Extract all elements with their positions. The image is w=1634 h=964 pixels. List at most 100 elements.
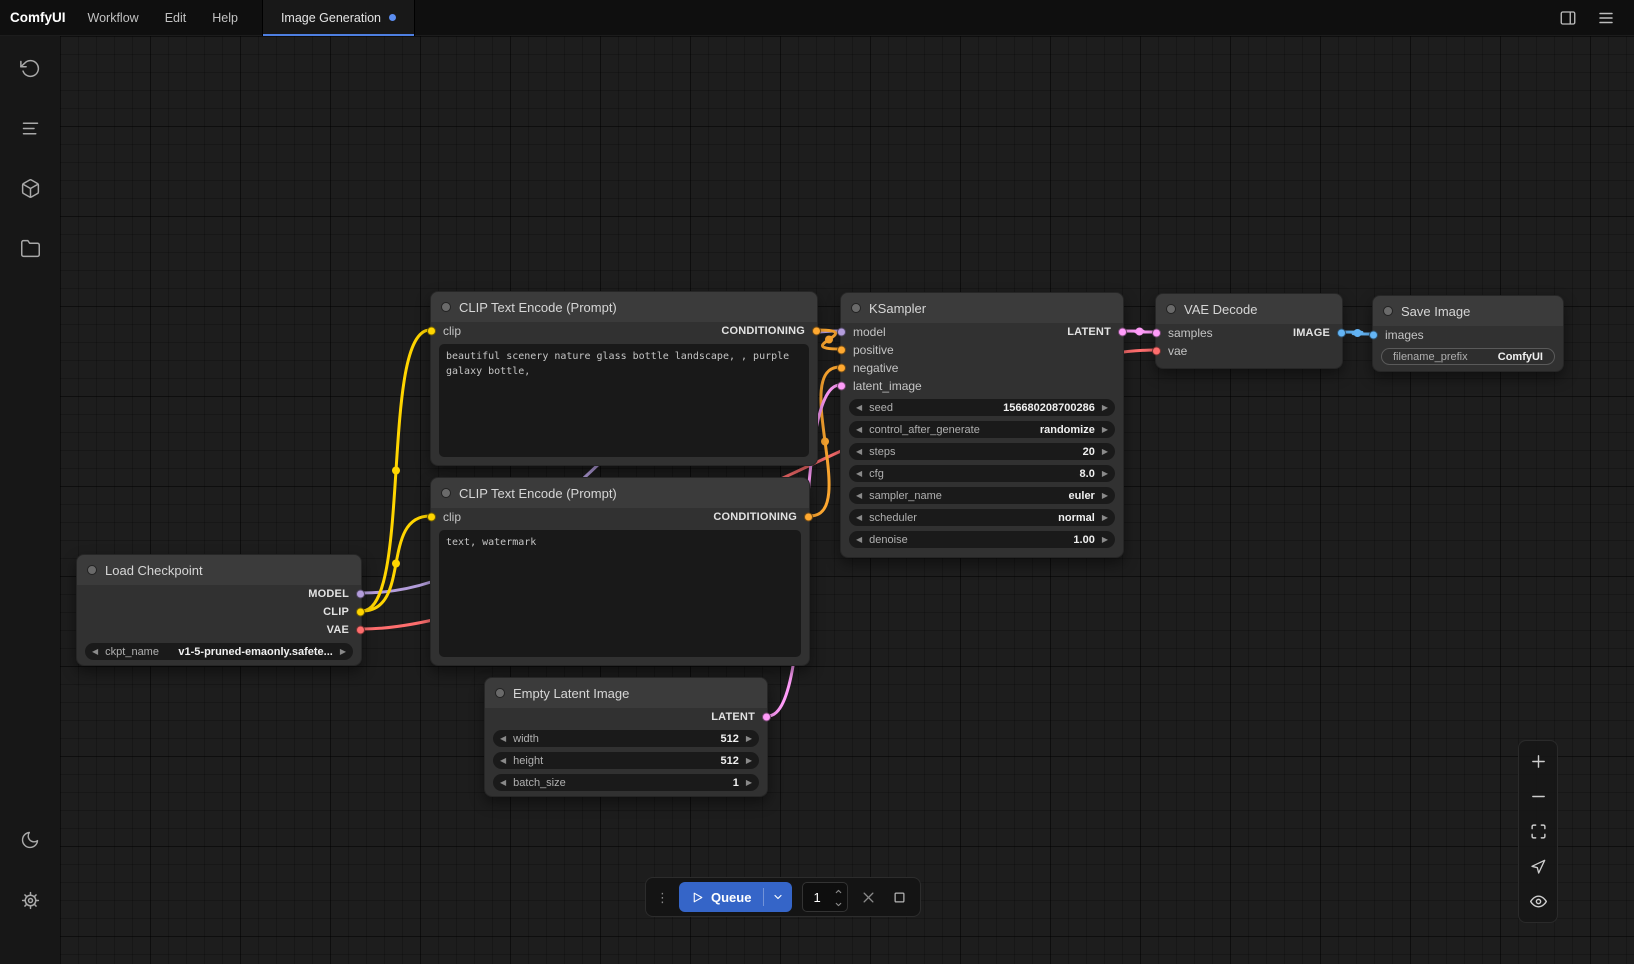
input-port-positive[interactable]	[837, 346, 846, 355]
stop-button[interactable]	[889, 885, 910, 909]
input-port-samples[interactable]	[1152, 329, 1161, 338]
batch-count-decrement-button[interactable]	[834, 898, 843, 910]
output-port-latent[interactable]	[1118, 328, 1127, 337]
input-port-images[interactable]	[1369, 331, 1378, 340]
collapse-toggle[interactable]	[441, 488, 451, 498]
hamburger-menu-button[interactable]	[1592, 4, 1620, 32]
drag-handle-icon[interactable]: ⋮	[656, 891, 669, 904]
output-port-image[interactable]	[1337, 329, 1346, 338]
sidebar-workflows-button[interactable]	[6, 224, 54, 272]
collapse-toggle[interactable]	[1383, 306, 1393, 316]
node-clip-text-encode-positive[interactable]: CLIP Text Encode (Prompt) clip CONDITION…	[430, 291, 818, 466]
widget-sampler-name[interactable]: ◀ sampler_name euler ▶	[849, 487, 1115, 504]
node-header[interactable]: Save Image	[1373, 296, 1563, 326]
increment-arrow-icon[interactable]: ▶	[1102, 470, 1108, 478]
menu-edit[interactable]: Edit	[165, 11, 187, 25]
collapse-toggle[interactable]	[495, 688, 505, 698]
batch-count-increment-button[interactable]	[834, 885, 843, 897]
toggle-panel-button[interactable]	[1554, 4, 1582, 32]
node-save-image[interactable]: Save Image images filename_prefix ComfyU…	[1372, 295, 1564, 372]
node-load-checkpoint[interactable]: Load Checkpoint MODEL CLIP VAE ◀ ckpt_na…	[76, 554, 362, 666]
input-port-clip[interactable]	[427, 327, 436, 336]
output-port-conditioning[interactable]	[812, 327, 821, 336]
increment-arrow-icon[interactable]: ▶	[1102, 514, 1108, 522]
node-header[interactable]: CLIP Text Encode (Prompt)	[431, 292, 817, 322]
sidebar-node-library-button[interactable]	[6, 104, 54, 152]
select-mode-button[interactable]	[1521, 850, 1555, 883]
theme-toggle-button[interactable]	[6, 816, 54, 864]
widget-width[interactable]: ◀ width 512 ▶	[493, 730, 759, 747]
collapse-toggle[interactable]	[87, 565, 97, 575]
output-port-conditioning[interactable]	[804, 513, 813, 522]
fit-view-button[interactable]	[1521, 815, 1555, 848]
queue-options-button[interactable]	[764, 891, 792, 903]
batch-count-input[interactable]: 1	[802, 882, 847, 912]
input-port-model[interactable]	[837, 328, 846, 337]
output-port-model[interactable]	[356, 590, 365, 599]
collapse-toggle[interactable]	[851, 303, 861, 313]
decrement-arrow-icon[interactable]: ◀	[856, 448, 862, 456]
input-port-latent-image[interactable]	[837, 382, 846, 391]
sidebar-queue-button[interactable]	[6, 44, 54, 92]
menu-workflow[interactable]: Workflow	[88, 11, 139, 25]
node-header[interactable]: CLIP Text Encode (Prompt)	[431, 478, 809, 508]
decrement-arrow-icon[interactable]: ◀	[856, 514, 862, 522]
increment-arrow-icon[interactable]: ▶	[340, 648, 346, 656]
queue-button[interactable]: Queue	[679, 882, 792, 912]
increment-arrow-icon[interactable]: ▶	[1102, 404, 1108, 412]
node-clip-text-encode-negative[interactable]: CLIP Text Encode (Prompt) clip CONDITION…	[430, 477, 810, 666]
prompt-textarea[interactable]: text, watermark	[439, 530, 801, 657]
collapse-toggle[interactable]	[1166, 304, 1176, 314]
zoom-in-button[interactable]	[1521, 745, 1555, 778]
queue-button-main[interactable]: Queue	[679, 890, 763, 905]
settings-button[interactable]	[6, 876, 54, 924]
node-header[interactable]: KSampler	[841, 293, 1123, 323]
increment-arrow-icon[interactable]: ▶	[1102, 448, 1108, 456]
input-port-negative[interactable]	[837, 364, 846, 373]
increment-arrow-icon[interactable]: ▶	[1102, 492, 1108, 500]
widget-scheduler[interactable]: ◀ scheduler normal ▶	[849, 509, 1115, 526]
zoom-out-button[interactable]	[1521, 780, 1555, 813]
decrement-arrow-icon[interactable]: ◀	[500, 735, 506, 743]
node-header[interactable]: VAE Decode	[1156, 294, 1342, 324]
node-empty-latent-image[interactable]: Empty Latent Image LATENT ◀ width 512 ▶ …	[484, 677, 768, 797]
decrement-arrow-icon[interactable]: ◀	[856, 492, 862, 500]
output-port-latent[interactable]	[762, 713, 771, 722]
widget-denoise[interactable]: ◀ denoise 1.00 ▶	[849, 531, 1115, 548]
widget-batch-size[interactable]: ◀ batch_size 1 ▶	[493, 774, 759, 791]
node-vae-decode[interactable]: VAE Decode samples IMAGE vae	[1155, 293, 1343, 369]
toggle-link-visibility-button[interactable]	[1521, 885, 1555, 918]
decrement-arrow-icon[interactable]: ◀	[500, 779, 506, 787]
clear-queue-button[interactable]	[858, 885, 879, 909]
input-port-clip[interactable]	[427, 513, 436, 522]
decrement-arrow-icon[interactable]: ◀	[92, 648, 98, 656]
increment-arrow-icon[interactable]: ▶	[746, 757, 752, 765]
node-header[interactable]: Empty Latent Image	[485, 678, 767, 708]
node-ksampler[interactable]: KSampler model LATENT positive negative …	[840, 292, 1124, 558]
increment-arrow-icon[interactable]: ▶	[746, 735, 752, 743]
widget-steps[interactable]: ◀ steps 20 ▶	[849, 443, 1115, 460]
tab-image-generation[interactable]: Image Generation	[262, 0, 415, 36]
prompt-textarea[interactable]: beautiful scenery nature glass bottle la…	[439, 344, 809, 457]
input-port-vae[interactable]	[1152, 347, 1161, 356]
sidebar-model-library-button[interactable]	[6, 164, 54, 212]
output-port-vae[interactable]	[356, 626, 365, 635]
decrement-arrow-icon[interactable]: ◀	[856, 404, 862, 412]
increment-arrow-icon[interactable]: ▶	[1102, 426, 1108, 434]
collapse-toggle[interactable]	[441, 302, 451, 312]
widget-seed[interactable]: ◀ seed 156680208700286 ▶	[849, 399, 1115, 416]
increment-arrow-icon[interactable]: ▶	[746, 779, 752, 787]
decrement-arrow-icon[interactable]: ◀	[500, 757, 506, 765]
widget-ckpt-name[interactable]: ◀ ckpt_name v1-5-pruned-emaonly.safete..…	[85, 643, 353, 660]
decrement-arrow-icon[interactable]: ◀	[856, 536, 862, 544]
widget-height[interactable]: ◀ height 512 ▶	[493, 752, 759, 769]
menu-help[interactable]: Help	[212, 11, 238, 25]
increment-arrow-icon[interactable]: ▶	[1102, 536, 1108, 544]
widget-control-after-generate[interactable]: ◀ control_after_generate randomize ▶	[849, 421, 1115, 438]
widget-cfg[interactable]: ◀ cfg 8.0 ▶	[849, 465, 1115, 482]
widget-filename-prefix[interactable]: filename_prefix ComfyUI	[1381, 348, 1555, 365]
decrement-arrow-icon[interactable]: ◀	[856, 470, 862, 478]
output-port-clip[interactable]	[356, 608, 365, 617]
decrement-arrow-icon[interactable]: ◀	[856, 426, 862, 434]
node-header[interactable]: Load Checkpoint	[77, 555, 361, 585]
